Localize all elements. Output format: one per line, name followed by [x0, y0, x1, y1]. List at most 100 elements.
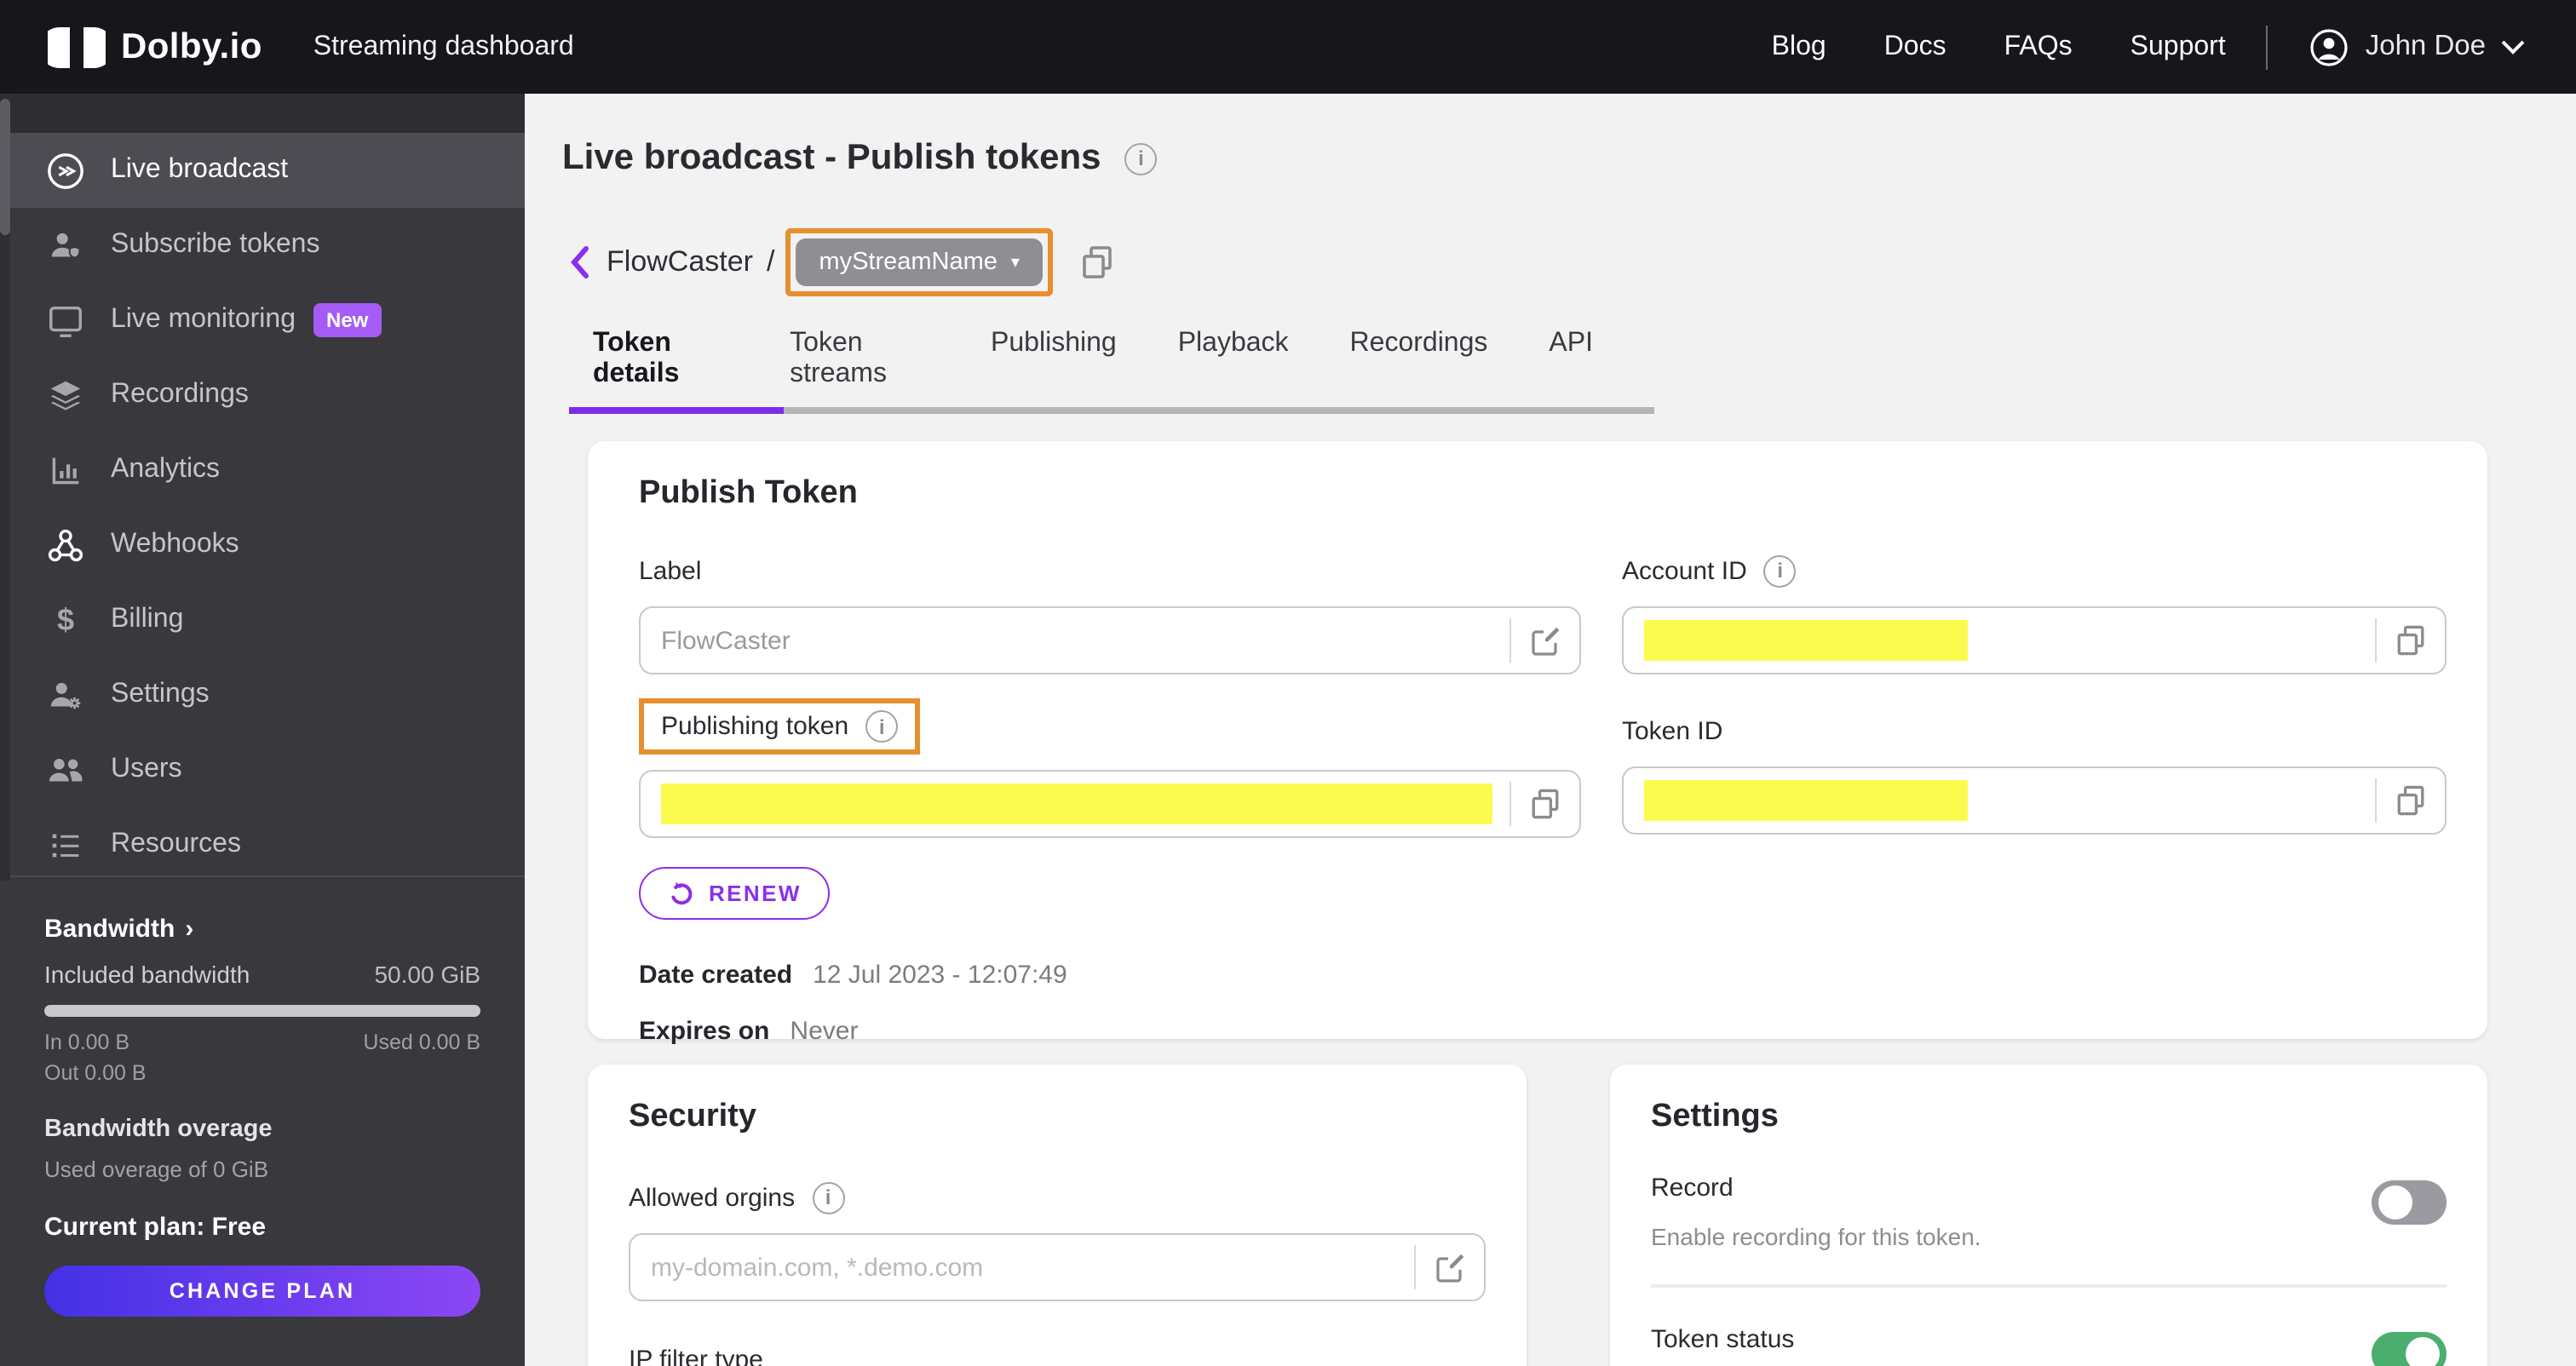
sidebar-item-users[interactable]: Users	[0, 732, 525, 807]
tab-playback[interactable]: Playback	[1178, 329, 1289, 414]
analytics-icon	[46, 451, 85, 490]
stream-name-dropdown[interactable]: myStreamName ▾	[795, 238, 1044, 286]
expires-on-label: Expires on	[639, 1017, 770, 1046]
stream-name-value: myStreamName	[819, 249, 998, 276]
page-title: Live broadcast - Publish tokens	[562, 138, 1101, 177]
ip-filter-type-label: IP filter type	[629, 1345, 763, 1366]
sidebar-item-label: Subscribe tokens	[111, 230, 320, 259]
edit-label-button[interactable]	[1511, 608, 1579, 673]
bandwidth-title-link[interactable]: Bandwidth ›	[44, 915, 480, 944]
nav-support[interactable]: Support	[2130, 32, 2226, 62]
sidebar-item-recordings[interactable]: Recordings	[0, 358, 525, 433]
sidebar-menu: Live broadcast Subscribe tokens Live mon…	[0, 133, 525, 882]
user-menu[interactable]: John Doe	[2309, 26, 2525, 67]
avatar-icon	[2309, 26, 2350, 67]
copy-account-id-button[interactable]	[2377, 608, 2445, 673]
sidebar-item-analytics[interactable]: Analytics	[0, 433, 525, 508]
publishing-token-label: Publishing token	[661, 712, 849, 741]
sidebar-item-label: Live broadcast	[111, 155, 289, 184]
date-created-value: 12 Jul 2023 - 12:07:49	[813, 961, 1067, 990]
tab-publishing[interactable]: Publishing	[991, 329, 1117, 414]
user-chevron-down-icon	[2501, 39, 2525, 55]
tab-token-details[interactable]: Token details	[593, 329, 728, 414]
account-id-info-icon[interactable]: i	[1763, 554, 1797, 587]
sidebar-item-settings[interactable]: Settings	[0, 657, 525, 732]
label-field: Label	[639, 550, 1581, 674]
annotation-highlight-stream: myStreamName ▾	[785, 228, 1054, 296]
settings-card: Settings Record Enable recording for thi…	[1610, 1065, 2487, 1366]
bandwidth-panel: Bandwidth › Included bandwidth 50.00 GiB…	[0, 875, 525, 1317]
sidebar-item-subscribe-tokens[interactable]: Subscribe tokens	[0, 208, 525, 283]
sidebar-item-label: Recordings	[111, 380, 249, 409]
change-plan-button[interactable]: CHANGE PLAN	[44, 1266, 480, 1317]
publish-token-card: Publish Token Label FlowCaster Account I…	[588, 441, 2487, 1046]
bandwidth-overage-detail: Used overage of 0 GiB	[44, 1157, 269, 1182]
subscribe-tokens-icon	[46, 226, 85, 265]
tab-recordings[interactable]: Recordings	[1350, 329, 1488, 414]
live-broadcast-icon	[46, 151, 85, 190]
new-badge: New	[313, 303, 382, 337]
resources-icon	[46, 825, 85, 864]
dolby-mark-icon	[48, 26, 106, 67]
sidebar-item-billing[interactable]: $ Billing	[0, 583, 525, 657]
users-icon	[46, 750, 85, 789]
sidebar-scroll-thumb[interactable]	[0, 99, 10, 235]
breadcrumb-token-name[interactable]: FlowCaster	[607, 245, 753, 279]
tab-token-streams[interactable]: Token streams	[790, 329, 929, 414]
nav-faqs[interactable]: FAQs	[2004, 32, 2073, 62]
sidebar-item-label: Settings	[111, 680, 210, 709]
token-status-label: Token status	[1651, 1325, 1795, 1354]
bandwidth-overage-title: Bandwidth overage	[44, 1116, 273, 1143]
sidebar-scrollbar[interactable]	[0, 94, 10, 881]
date-created-label: Date created	[639, 961, 793, 990]
bandwidth-used: Used 0.00 B	[363, 1030, 480, 1054]
publish-token-title: Publish Token	[639, 475, 858, 511]
edit-allowed-origins-button[interactable]	[1416, 1235, 1484, 1300]
sidebar-item-label: Resources	[111, 829, 241, 858]
label-input-box	[639, 606, 1581, 674]
app-window: Dolby.io Streaming dashboard Blog Docs F…	[0, 0, 2576, 1366]
security-card: Security Allowed orgins i my-domain.com,…	[588, 1065, 1527, 1366]
sidebar-item-live-monitoring[interactable]: Live monitoring New	[0, 283, 525, 358]
sidebar-item-live-broadcast[interactable]: Live broadcast	[0, 133, 525, 208]
sidebar-item-webhooks[interactable]: Webhooks	[0, 508, 525, 583]
renew-button-label: RENEW	[709, 881, 802, 906]
account-id-input-box	[1622, 606, 2447, 674]
allowed-origins-input-box	[629, 1233, 1486, 1301]
copy-stream-name-button[interactable]	[1078, 242, 1118, 283]
publishing-token-input-box	[639, 770, 1581, 838]
record-description: Enable recording for this token.	[1651, 1223, 1981, 1250]
copy-token-id-button[interactable]	[2377, 768, 2445, 833]
annotation-highlight-publishing-token: Publishing token i	[639, 698, 921, 755]
publishing-token-info-icon[interactable]: i	[865, 710, 899, 743]
top-nav: Blog Docs FAQs Support	[1772, 32, 2226, 62]
settings-icon	[46, 675, 85, 715]
dropdown-caret-icon: ▾	[1010, 253, 1020, 272]
tab-api[interactable]: API	[1549, 329, 1593, 414]
sidebar-item-resources[interactable]: Resources	[0, 807, 525, 882]
sidebar-item-label: Live monitoring	[111, 305, 296, 334]
allowed-origins-input[interactable]	[630, 1253, 1414, 1282]
page-title-info-icon[interactable]: i	[1124, 142, 1158, 175]
breadcrumb-back-icon[interactable]	[569, 245, 589, 279]
app-title: Streaming dashboard	[313, 32, 574, 60]
copy-publishing-token-button[interactable]	[1511, 772, 1579, 836]
included-bandwidth-label: Included bandwidth	[44, 961, 250, 988]
nav-docs[interactable]: Docs	[1884, 32, 1946, 62]
sidebar: Live broadcast Subscribe tokens Live mon…	[0, 94, 525, 1366]
dolby-logo[interactable]: Dolby.io	[48, 26, 262, 67]
allowed-origins-info-icon[interactable]: i	[812, 1181, 845, 1214]
breadcrumb: FlowCaster / myStreamName ▾	[569, 228, 2576, 296]
record-toggle[interactable]	[2372, 1180, 2447, 1225]
nav-blog[interactable]: Blog	[1772, 32, 1826, 62]
sidebar-item-label: Users	[111, 755, 182, 783]
bandwidth-title: Bandwidth	[44, 915, 175, 944]
renew-button[interactable]: RENEW	[639, 867, 831, 920]
allowed-origins-label: Allowed orgins	[629, 1183, 796, 1212]
account-id-field: Account ID i	[1622, 550, 2447, 674]
settings-divider	[1651, 1284, 2447, 1288]
token-status-toggle[interactable]	[2372, 1332, 2447, 1366]
expires-on-value: Never	[790, 1017, 859, 1046]
label-input[interactable]	[641, 626, 1509, 655]
bandwidth-out: Out 0.00 B	[44, 1061, 147, 1085]
